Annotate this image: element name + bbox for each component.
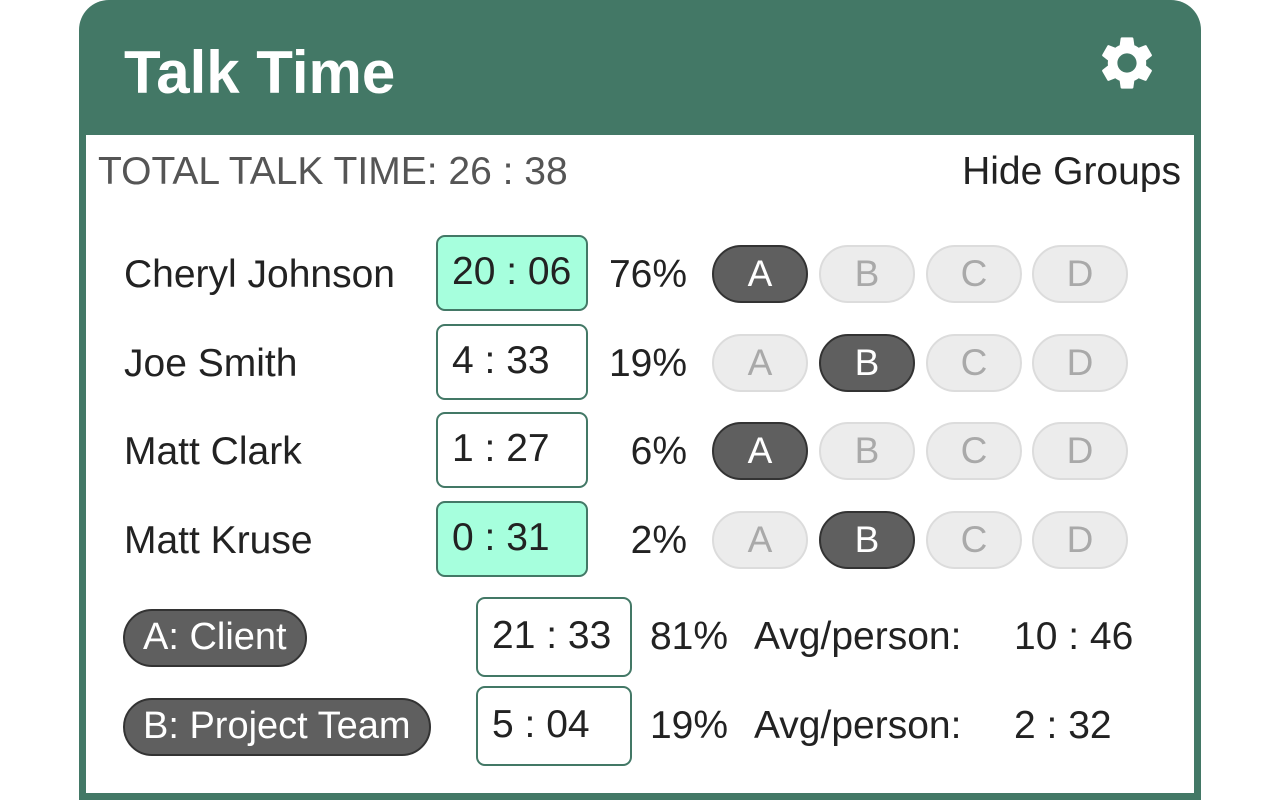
person-time[interactable]: 0 : 31 [436,501,588,577]
group-time: 5 : 04 [476,686,632,766]
group-summary-row: A: Client 21 : 33 81% Avg/person: 10 : 4… [86,597,1194,677]
content-area: TOTAL TALK TIME: 26 : 38 Hide Groups Che… [86,135,1194,793]
person-row: Cheryl Johnson 20 : 06 76% A B C D [86,235,1194,315]
group-time: 21 : 33 [476,597,632,677]
person-name: Joe Smith [124,342,298,385]
group-c-button[interactable]: C [926,334,1022,392]
person-name: Matt Clark [124,430,302,473]
group-a-button[interactable]: A [712,422,808,480]
group-d-button[interactable]: D [1032,334,1128,392]
avg-label: Avg/person: [754,615,962,658]
group-label-pill: A: Client [123,609,307,667]
group-c-button[interactable]: C [926,511,1022,569]
total-label: TOTAL TALK TIME: [98,150,438,193]
gear-icon[interactable] [1095,31,1159,95]
group-a-button[interactable]: A [712,245,808,303]
group-percent: 81% [649,615,728,658]
hide-groups-button[interactable]: Hide Groups [962,150,1181,194]
person-percent: 2% [630,519,687,562]
group-c-button[interactable]: C [926,245,1022,303]
person-time[interactable]: 20 : 06 [436,235,588,311]
person-name: Matt Kruse [124,519,313,562]
group-summary-row: B: Project Team 5 : 04 19% Avg/person: 2… [86,686,1194,766]
avg-label: Avg/person: [754,704,962,747]
person-name: Cheryl Johnson [124,253,395,296]
group-b-button[interactable]: B [819,422,915,480]
total-talk-time: TOTAL TALK TIME: 26 : 38 [98,150,568,194]
group-c-button[interactable]: C [926,422,1022,480]
group-d-button[interactable]: D [1032,511,1128,569]
person-percent: 6% [630,430,687,473]
group-b-button[interactable]: B [819,245,915,303]
talk-time-panel: Talk Time TOTAL TALK TIME: 26 : 38 Hide … [79,0,1201,800]
person-row: Matt Kruse 0 : 31 2% A B C D [86,501,1194,581]
person-time[interactable]: 4 : 33 [436,324,588,400]
group-d-button[interactable]: D [1032,422,1128,480]
group-percent: 19% [649,704,728,747]
person-row: Matt Clark 1 : 27 6% A B C D [86,412,1194,492]
avg-value: 10 : 46 [1014,615,1134,658]
group-d-button[interactable]: D [1032,245,1128,303]
group-b-button[interactable]: B [819,334,915,392]
group-a-button[interactable]: A [712,511,808,569]
total-value: 26 : 38 [448,150,568,193]
group-b-button[interactable]: B [819,511,915,569]
group-label-pill: B: Project Team [123,698,431,756]
person-time[interactable]: 1 : 27 [436,412,588,488]
person-row: Joe Smith 4 : 33 19% A B C D [86,324,1194,404]
avg-value: 2 : 32 [1014,704,1112,747]
group-a-button[interactable]: A [712,334,808,392]
person-percent: 76% [608,253,687,296]
panel-title: Talk Time [124,39,396,106]
person-percent: 19% [608,342,687,385]
